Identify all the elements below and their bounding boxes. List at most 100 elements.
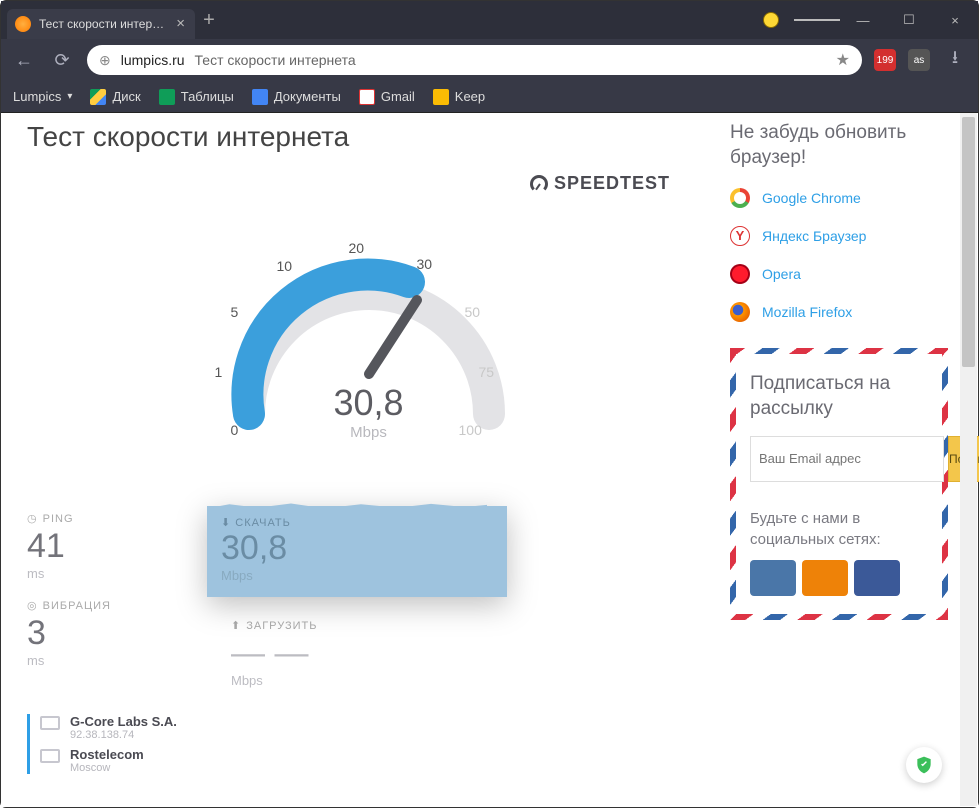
gauge-tick-5: 5 [231, 304, 239, 320]
update-browser-title: Не забудь обновить браузер! [730, 121, 948, 170]
scrollbar-thumb[interactable] [962, 117, 975, 367]
browser-label: Opera [762, 266, 801, 282]
url-field[interactable]: ⊕ lumpics.ru Тест скорости интернета ★ [87, 45, 862, 75]
browser-yandex-link[interactable]: Y Яндекс Браузер [730, 226, 948, 246]
browser-tab[interactable]: Тест скорости интернет × [7, 9, 195, 39]
extension-lastfm-icon[interactable]: as [908, 49, 930, 71]
page-scrollbar[interactable] [960, 113, 977, 806]
social-fb-icon[interactable] [854, 560, 900, 596]
gauge-tick-1: 1 [215, 364, 223, 380]
keep-icon [433, 89, 449, 105]
security-shield-badge[interactable] [906, 747, 942, 783]
server-name: G-Core Labs S.A. [70, 714, 177, 729]
social-ok-icon[interactable] [802, 560, 848, 596]
speed-gauge: 0 1 5 10 20 30 50 75 100 30,8 Mbps [159, 204, 579, 504]
window-maximize-button[interactable]: ☐ [886, 1, 932, 39]
browser-label: Яндекс Браузер [762, 228, 866, 244]
page-content: Тест скорости интернета SPEEDTEST 0 1 5 … [1, 113, 978, 807]
server-row: Rostelecom Moscow [40, 747, 710, 774]
gauge-tick-50: 50 [465, 304, 481, 320]
titlebar: Тест скорости интернет × + — ☐ × [1, 1, 978, 39]
download-value: 30,8 [221, 529, 493, 568]
gauge-tick-10: 10 [277, 258, 293, 274]
url-domain: lumpics.ru [121, 52, 185, 68]
favicon-icon [15, 16, 31, 32]
bookmark-lumpics[interactable]: Lumpics ▾ [13, 89, 72, 104]
jitter-icon: ◎ [27, 599, 38, 612]
url-title: Тест скорости интернета [195, 52, 356, 68]
yandex-icon: Y [730, 226, 750, 246]
drive-icon [90, 89, 106, 105]
update-browser-box: Не забудь обновить браузер! Google Chrom… [730, 121, 948, 322]
page-title: Тест скорости интернета [27, 121, 710, 153]
browser-firefox-link[interactable]: Mozilla Firefox [730, 302, 948, 322]
extension-coin-icon[interactable] [748, 1, 794, 39]
server-sub: Moscow [70, 762, 144, 774]
email-input[interactable] [750, 436, 944, 482]
bookmark-sheets[interactable]: Таблицы [159, 89, 234, 105]
download-unit: Mbps [221, 568, 493, 583]
bookmark-label: Lumpics [13, 89, 61, 104]
caret-icon: ▾ [67, 91, 72, 102]
gauge-tick-75: 75 [479, 364, 495, 380]
subscribe-box: Подписаться на рассылку Подписаться Будь… [730, 348, 948, 619]
bookmark-gmail[interactable]: Gmail [359, 89, 415, 105]
tab-close-button[interactable]: × [176, 15, 185, 32]
browser-opera-link[interactable]: Opera [730, 264, 948, 284]
brand-label: SPEEDTEST [554, 173, 670, 194]
sheets-icon [159, 89, 175, 105]
window-close-button[interactable]: × [932, 1, 978, 39]
bookmark-label: Keep [455, 89, 485, 104]
sidebar: Не забудь обновить браузер! Google Chrom… [730, 121, 978, 807]
firefox-icon [730, 302, 750, 322]
server-icon [40, 716, 60, 730]
reload-button[interactable]: ⟳ [49, 50, 75, 71]
globe-icon: ⊕ [99, 52, 111, 69]
gauge-unit: Mbps [159, 424, 579, 441]
bookmark-drive[interactable]: Диск [90, 89, 140, 105]
chrome-icon [730, 188, 750, 208]
upload-unit: Mbps [231, 673, 411, 688]
bookmark-keep[interactable]: Keep [433, 89, 485, 105]
bookmark-label: Документы [274, 89, 341, 104]
jitter-metric: ◎ВИБРАЦИЯ 3 ms [27, 599, 207, 668]
window-minimize-button[interactable]: — [840, 1, 886, 39]
upload-label: ЗАГРУЗИТЬ [246, 620, 317, 632]
ping-unit: ms [27, 566, 207, 581]
servers-block: G-Core Labs S.A. 92.38.138.74 Rostelecom… [27, 714, 710, 774]
extension-badge-icon[interactable]: 199 [874, 49, 896, 71]
bookmark-docs[interactable]: Документы [252, 89, 341, 105]
docs-icon [252, 89, 268, 105]
ping-value: 41 [27, 527, 207, 566]
new-tab-button[interactable]: + [195, 9, 223, 32]
bookmark-icon[interactable]: ★ [836, 50, 850, 70]
download-label: СКАЧАТЬ [235, 517, 291, 529]
address-bar: ← ⟳ ⊕ lumpics.ru Тест скорости интернета… [1, 39, 978, 81]
server-name: Rostelecom [70, 747, 144, 762]
metrics-row: ◷PING 41 ms ◎ВИБРАЦИЯ 3 ms ⬇ СКАЧАТЬ 30,… [27, 512, 710, 688]
speedtest-gauge-icon [530, 175, 548, 193]
download-card: ⬇ СКАЧАТЬ 30,8 Mbps [207, 506, 507, 597]
speedtest-brand: SPEEDTEST [27, 173, 710, 194]
server-sub: 92.38.138.74 [70, 729, 177, 741]
bookmarks-bar: Lumpics ▾ Диск Таблицы Документы Gmail K… [1, 81, 978, 113]
download-icon: ⬇ [221, 517, 231, 529]
jitter-unit: ms [27, 653, 207, 668]
bookmark-label: Диск [112, 89, 140, 104]
gauge-tick-20: 20 [349, 240, 365, 256]
opera-icon [730, 264, 750, 284]
browser-chrome-link[interactable]: Google Chrome [730, 188, 948, 208]
menu-button[interactable] [794, 1, 840, 39]
social-vk-icon[interactable] [750, 560, 796, 596]
ping-metric: ◷PING 41 ms [27, 512, 207, 581]
jitter-value: 3 [27, 614, 207, 653]
browser-label: Mozilla Firefox [762, 304, 852, 320]
server-row: G-Core Labs S.A. 92.38.138.74 [40, 714, 710, 741]
bookmark-label: Таблицы [181, 89, 234, 104]
downloads-button[interactable]: ⭳ [942, 45, 968, 75]
upload-icon: ⬆ [231, 619, 241, 632]
server-icon [40, 749, 60, 763]
gmail-icon [359, 89, 375, 105]
browser-label: Google Chrome [762, 190, 861, 206]
back-button[interactable]: ← [11, 50, 37, 71]
